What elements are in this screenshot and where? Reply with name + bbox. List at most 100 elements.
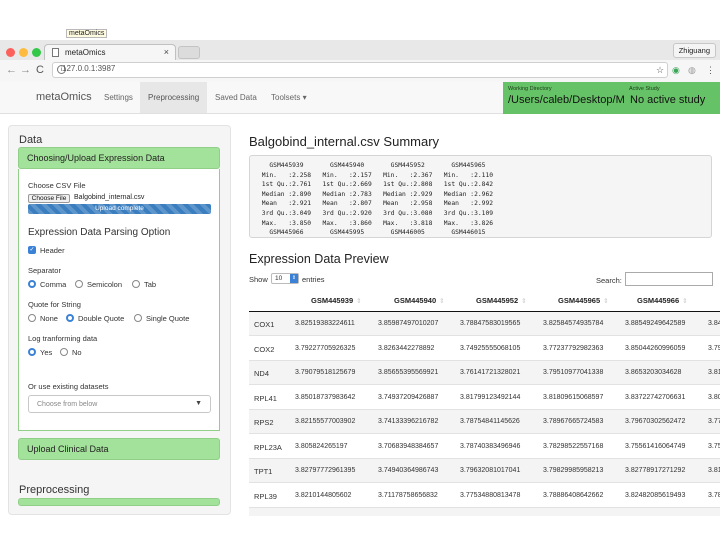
- preprocessing-heading: Preprocessing: [19, 484, 90, 496]
- table-cell: 3.78740383496946: [460, 442, 521, 450]
- menu-dots-icon[interactable]: ⋮: [706, 65, 715, 76]
- select-arrows-icon: ⇕: [290, 274, 298, 283]
- forward-icon[interactable]: →: [20, 64, 31, 76]
- existing-datasets-select[interactable]: Choose from below ▼: [28, 395, 211, 413]
- nav-preprocessing[interactable]: Preprocessing: [140, 82, 208, 113]
- new-tab-button[interactable]: [178, 46, 200, 59]
- table-cell: 3.82584574935784: [543, 320, 604, 327]
- table-cell: 3.75561416064749: [625, 442, 686, 450]
- table-cell: 3.81799123492144: [460, 393, 521, 401]
- table-cell: 3.74133396216782: [378, 418, 439, 425]
- table-cell: 3.79079518125679: [295, 369, 356, 376]
- profile-button[interactable]: Zhiguang: [672, 43, 716, 58]
- summary-text: GSM445939 GSM445940 GSM445952 GSM445965 …: [261, 162, 494, 237]
- row-name: RPL23A: [254, 442, 282, 452]
- table-cell: 3.78886408642662: [543, 491, 604, 499]
- radio-no-label: No: [72, 348, 82, 357]
- browser-tab[interactable]: metaOmics ×: [44, 44, 176, 60]
- table-cell: 3.85044260996059: [625, 344, 686, 352]
- row-name: COX2: [254, 344, 275, 354]
- table-cell: 3.78967665724583: [543, 418, 604, 425]
- radio-none[interactable]: [28, 314, 36, 322]
- minimize-window-icon[interactable]: [19, 48, 28, 57]
- radio-yes[interactable]: [28, 348, 36, 356]
- radio-single-quote-label: Single Quote: [146, 314, 190, 323]
- table-cell: 3.797: [708, 344, 720, 352]
- nav-settings[interactable]: Settings: [96, 82, 141, 113]
- table-row[interactable]: COX2 3.79227705926325 3.8263442278892 3.749…: [249, 337, 720, 361]
- search-label: Search:: [596, 276, 622, 285]
- brand[interactable]: metaOmics: [36, 91, 92, 103]
- table-row[interactable]: ND23.561258987550023.820347197913933.623…: [249, 508, 720, 516]
- table-cell: 3.74925555068105: [460, 344, 521, 352]
- back-icon[interactable]: ←: [6, 64, 17, 76]
- extension-icon-2[interactable]: ◍: [688, 65, 696, 76]
- radio-semicolon[interactable]: [75, 280, 83, 288]
- url-tooltip: metaOmics: [66, 29, 108, 38]
- table-cell: 3.83722742706631: [625, 393, 686, 401]
- table-row[interactable]: COX1 3.82519383224611 3.85987497010207 3.78…: [249, 312, 720, 336]
- preprocessing-panel-header[interactable]: [18, 498, 220, 506]
- table-cell: 3.805824265197: [295, 442, 348, 450]
- nav-saved-data[interactable]: Saved Data: [207, 82, 265, 113]
- active-study-caption: Active Study: [629, 86, 660, 92]
- tab-title: metaOmics: [65, 48, 106, 57]
- close-tab-icon[interactable]: ×: [164, 47, 169, 57]
- upload-clinical-header[interactable]: Upload Clinical Data: [18, 438, 220, 460]
- table-row[interactable]: TPT1 3.82797772961395 3.74940364986743 3.79…: [249, 459, 720, 483]
- column-header[interactable]: GSM445939 ⇕: [311, 296, 362, 305]
- summary-title: Balgobind_internal.csv Summary: [249, 134, 440, 149]
- table-row[interactable]: RPL41 3.85018737983642 3.74937209426887 3.8…: [249, 386, 720, 410]
- row-name: TPT1: [254, 467, 273, 476]
- column-header[interactable]: GSM445966 ⇕: [637, 296, 688, 305]
- active-study-box: Active Study No active study: [624, 82, 720, 114]
- radio-comma-label: Comma: [40, 280, 67, 289]
- choose-file-button[interactable]: Choose File: [28, 194, 70, 203]
- extension-icon[interactable]: ◉: [672, 65, 680, 76]
- radio-none-label: None: [40, 314, 58, 323]
- table-row[interactable]: RPS2 3.82155577003902 3.74133396216782 3.78…: [249, 410, 720, 434]
- header-label: Header: [40, 246, 65, 255]
- table-cell: 3.79632081017041: [460, 467, 521, 474]
- table-cell: 3.82797772961395: [295, 467, 356, 474]
- search-input[interactable]: [625, 272, 713, 286]
- radio-double-quote[interactable]: [66, 314, 74, 322]
- radio-tab[interactable]: [132, 280, 140, 288]
- table-cell: 3.812: [708, 467, 720, 474]
- table-cell: 3.8210144805602: [295, 491, 352, 499]
- upload-expression-header[interactable]: Choosing/Upload Expression Data: [18, 147, 220, 169]
- table-cell: 3.78298522557168: [543, 442, 604, 450]
- radio-no[interactable]: [60, 348, 68, 356]
- reload-icon[interactable]: C: [36, 64, 44, 76]
- column-header[interactable]: GSM445965 ⇕: [558, 296, 609, 305]
- table-row[interactable]: RPL39 3.8210144805602 3.71178758656832 3.77…: [249, 484, 720, 508]
- nav-toolsets[interactable]: Toolsets ▾: [263, 82, 315, 113]
- close-window-icon[interactable]: [6, 48, 15, 57]
- radio-single-quote[interactable]: [134, 314, 142, 322]
- column-header[interactable]: GSM445940 ⇕: [394, 296, 445, 305]
- table-row[interactable]: RPL23A 3.805824265197 3.70683948384657 3.78…: [249, 435, 720, 459]
- working-directory-box: Working Directory /Users/caleb/Desktop/M: [503, 82, 624, 114]
- header-checkbox[interactable]: ✓: [28, 246, 36, 254]
- url-field[interactable]: i: [52, 62, 668, 78]
- summary-output: GSM445939 GSM445940 GSM445952 GSM445965 …: [249, 155, 712, 238]
- table-cell: 3.81809615068597: [543, 393, 604, 401]
- bookmark-star-icon[interactable]: ☆: [656, 65, 664, 76]
- table-row[interactable]: ND4 3.79079518125679 3.85655395569921 3.761…: [249, 361, 720, 385]
- file-name: Balgobind_internal.csv: [74, 194, 145, 201]
- entries-select[interactable]: 10 ⇕: [271, 273, 299, 284]
- table-cell: 3.78847583019565: [460, 320, 521, 327]
- radio-comma[interactable]: [28, 280, 36, 288]
- table-cell: 3.778: [708, 418, 720, 425]
- radio-yes-label: Yes: [40, 348, 53, 357]
- table-cell: 3.82778917271292: [625, 467, 686, 474]
- log-label: Log tranforming data: [28, 334, 98, 343]
- upload-progress-bar: Upload complete: [28, 204, 211, 214]
- table-cell: 3.76141721328021: [460, 369, 521, 376]
- column-header[interactable]: GSM445952 ⇕: [476, 296, 527, 305]
- table-cell: 3.789: [708, 491, 720, 499]
- table-cell: 3.82155577003902: [295, 418, 356, 425]
- maximize-window-icon[interactable]: [32, 48, 41, 57]
- table-cell: 3.750: [708, 442, 720, 450]
- table-cell: 3.85018737983642: [295, 393, 356, 401]
